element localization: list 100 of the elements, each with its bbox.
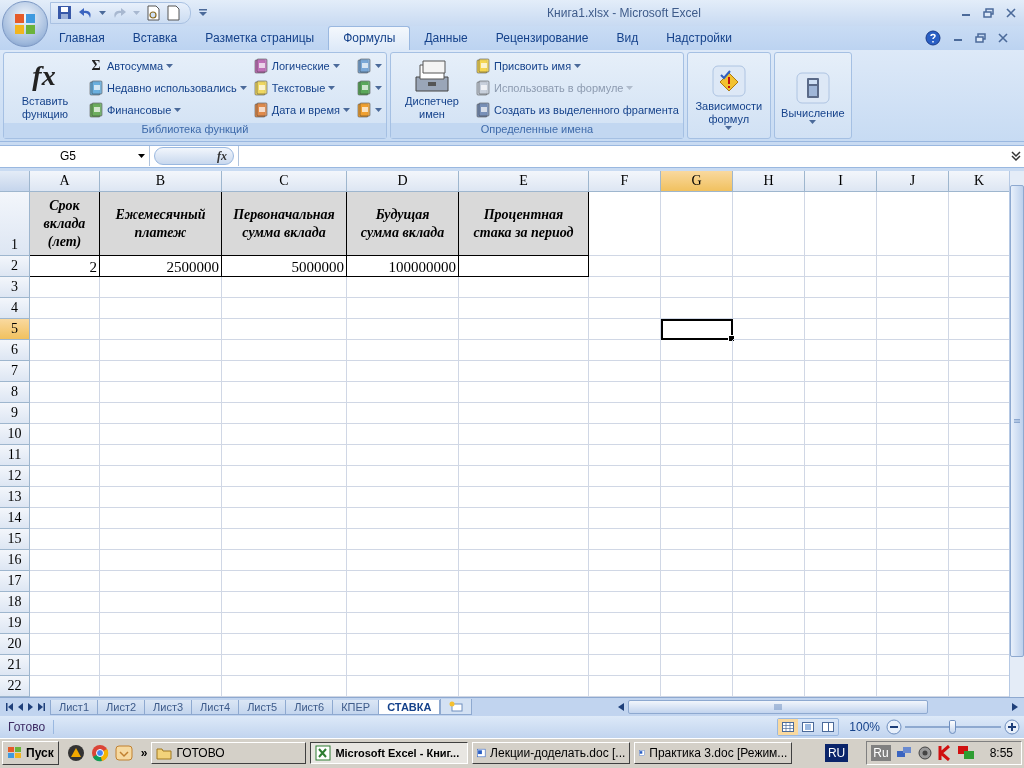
- slider-thumb[interactable]: [949, 719, 956, 734]
- ribbon-button[interactable]: Σ Автосумма: [88, 55, 247, 76]
- taskbar-button[interactable]: ГОТОВО: [151, 742, 307, 765]
- vertical-scrollbar[interactable]: [1009, 171, 1024, 698]
- row-header[interactable]: 7: [0, 361, 30, 383]
- expand-icon[interactable]: [1010, 149, 1022, 164]
- row-header[interactable]: 6: [0, 340, 30, 362]
- horizontal-scrollbar[interactable]: [628, 700, 928, 715]
- sheet-tab[interactable]: Лист1: [50, 699, 99, 715]
- ribbon-tab[interactable]: Разметка страницы: [191, 26, 329, 50]
- ribbon-button[interactable]: [355, 77, 382, 98]
- row-header[interactable]: 20: [0, 634, 30, 656]
- row-header[interactable]: 9: [0, 403, 30, 425]
- ribbon-tab[interactable]: Надстройки: [652, 26, 746, 50]
- column-header[interactable]: F: [589, 171, 661, 193]
- first-sheet-icon[interactable]: [6, 703, 13, 712]
- row-header[interactable]: 15: [0, 529, 30, 551]
- row-header[interactable]: 8: [0, 382, 30, 404]
- column-header[interactable]: K: [949, 171, 1009, 193]
- launcher-icon[interactable]: [66, 744, 85, 763]
- ribbon-button[interactable]: [355, 99, 382, 120]
- close-icon[interactable]: [998, 32, 1008, 43]
- ribbon-tab[interactable]: Рецензирование: [481, 26, 603, 50]
- help-icon[interactable]: [925, 29, 941, 46]
- ribbon-button[interactable]: Диспетчер имен: [394, 54, 469, 121]
- column-header[interactable]: A: [30, 171, 100, 193]
- insert-function-button[interactable]: fx: [154, 147, 234, 166]
- sheet-tab[interactable]: СТАВКА: [378, 699, 441, 715]
- row-header[interactable]: 2: [0, 256, 30, 278]
- column-header[interactable]: G: [661, 171, 733, 193]
- ribbon-tab[interactable]: Формулы: [328, 25, 411, 50]
- ribbon-tab[interactable]: Главная: [45, 26, 119, 50]
- ribbon-button[interactable]: fx Вставить функцию: [8, 54, 82, 121]
- column-header[interactable]: C: [222, 171, 347, 193]
- sheet-tab[interactable]: Лист3: [144, 699, 193, 715]
- new-document-icon[interactable]: [167, 4, 180, 21]
- taskbar-button[interactable]: Практика 3.doc [Режим...: [634, 742, 793, 765]
- row-header[interactable]: 4: [0, 298, 30, 320]
- ribbon-button[interactable]: Текстовые: [252, 77, 350, 98]
- row-header[interactable]: 10: [0, 424, 30, 446]
- row-header[interactable]: 18: [0, 592, 30, 614]
- language-indicator[interactable]: RU: [824, 744, 849, 763]
- ribbon-tab[interactable]: Данные: [410, 26, 482, 50]
- ribbon-button[interactable]: Логические: [252, 55, 350, 76]
- row-header[interactable]: 21: [0, 655, 30, 677]
- sheet-tab[interactable]: КПЕР: [332, 699, 380, 715]
- row-header[interactable]: 1: [0, 192, 30, 257]
- ribbon-button[interactable]: Зависимости формул: [691, 60, 766, 131]
- ribbon-tab[interactable]: Вставка: [118, 26, 192, 50]
- column-header[interactable]: H: [733, 171, 805, 193]
- new-sheet-button[interactable]: [440, 699, 473, 716]
- sheet-tab[interactable]: Лист6: [285, 699, 334, 715]
- restore-icon[interactable]: [983, 7, 994, 18]
- previous-sheet-icon[interactable]: [18, 703, 23, 712]
- restore-icon[interactable]: [975, 32, 986, 43]
- scroll-left-icon[interactable]: [618, 703, 624, 712]
- sheet-tab[interactable]: Лист4: [191, 699, 240, 715]
- ribbon-button[interactable]: [355, 55, 382, 76]
- selected-cell[interactable]: [661, 319, 733, 341]
- zoom-level[interactable]: 100%: [849, 719, 880, 734]
- taskbar-button[interactable]: Microsoft Excel - Книг...: [310, 742, 469, 765]
- next-sheet-icon[interactable]: [28, 703, 33, 712]
- ribbon-button[interactable]: Финансовые: [88, 99, 247, 120]
- speaker-icon[interactable]: [916, 745, 933, 762]
- row-header[interactable]: 3: [0, 277, 30, 299]
- print-preview-icon[interactable]: [146, 4, 161, 21]
- undo-icon[interactable]: [78, 5, 93, 20]
- row-header[interactable]: 17: [0, 571, 30, 593]
- scroll-right-icon[interactable]: [1012, 703, 1018, 712]
- tray-language[interactable]: Ru: [871, 745, 891, 762]
- sheet-tab[interactable]: Лист5: [238, 699, 287, 715]
- antivirus-icon[interactable]: [937, 745, 952, 762]
- last-sheet-icon[interactable]: [38, 703, 45, 712]
- column-header[interactable]: B: [100, 171, 222, 193]
- zoom-in-icon[interactable]: [1004, 718, 1020, 735]
- row-header[interactable]: 16: [0, 550, 30, 572]
- name-box[interactable]: G5: [0, 146, 150, 167]
- row-header[interactable]: 5: [0, 319, 30, 341]
- view-button[interactable]: [778, 718, 799, 735]
- ribbon-button[interactable]: Создать из выделенного фрагмента: [474, 99, 679, 120]
- ribbon-button[interactable]: Присвоить имя: [474, 55, 679, 76]
- ribbon-button[interactable]: Недавно использовались: [88, 77, 247, 98]
- ribbon-button[interactable]: Дата и время: [252, 99, 350, 120]
- sheet-tab[interactable]: Лист2: [97, 699, 146, 715]
- start-button[interactable]: Пуск: [2, 741, 59, 766]
- column-header[interactable]: J: [877, 171, 949, 193]
- row-header[interactable]: 12: [0, 466, 30, 488]
- row-header[interactable]: 13: [0, 487, 30, 509]
- more-button[interactable]: »: [140, 746, 148, 761]
- column-header[interactable]: I: [805, 171, 877, 193]
- browser-icon[interactable]: [90, 744, 109, 763]
- mail-icon[interactable]: [114, 744, 133, 763]
- monitors-icon[interactable]: [956, 745, 975, 762]
- customize-icon[interactable]: [199, 8, 207, 17]
- column-header[interactable]: E: [459, 171, 589, 193]
- close-icon[interactable]: [1006, 7, 1016, 18]
- ribbon-tab[interactable]: Вид: [602, 26, 653, 50]
- save-icon[interactable]: [57, 5, 72, 21]
- taskbar-button[interactable]: Лекции-доделать.doc [...: [472, 742, 631, 765]
- row-header[interactable]: 11: [0, 445, 30, 467]
